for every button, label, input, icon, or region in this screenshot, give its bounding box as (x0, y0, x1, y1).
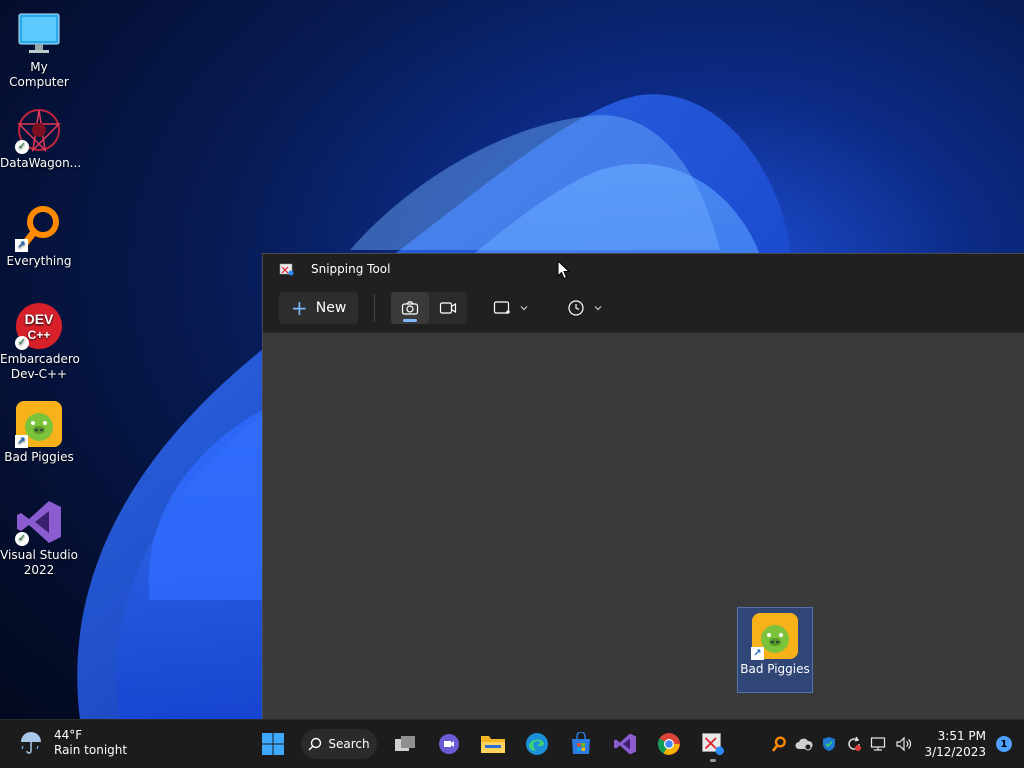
desktop-icon-everything[interactable]: ↗ Everything (0, 204, 78, 269)
windows-logo-icon (262, 733, 284, 755)
shortcut-arrow-icon: ↗ (751, 647, 764, 660)
shield-icon (822, 737, 835, 751)
taskbar-apps: Search (253, 725, 733, 763)
sync-check-icon: ✓ (15, 336, 29, 350)
speaker-icon (896, 736, 912, 752)
window-title: Snipping Tool (311, 262, 391, 276)
desktop-icon-my-computer[interactable]: My Computer (0, 10, 78, 90)
task-view-button[interactable] (385, 725, 425, 763)
toolbar-divider (374, 294, 376, 322)
cloud-sync-icon (795, 738, 813, 751)
video-icon (440, 302, 457, 314)
system-tray: 3:51 PM 3/12/2023 1 (766, 720, 1024, 768)
sync-check-icon: ✓ (15, 532, 29, 546)
desktop-icon-label: Visual Studio 2022 (0, 548, 78, 577)
snipping-tool-window: Snipping Tool + New (262, 253, 1024, 720)
tray-onedrive[interactable] (791, 720, 816, 768)
edge-button[interactable] (517, 725, 557, 763)
visual-studio-icon (614, 733, 636, 755)
shortcut-arrow-icon: ↗ (15, 435, 28, 448)
snipping-tool-app-icon (702, 733, 724, 755)
delay-dropdown[interactable] (559, 292, 611, 324)
tray-update[interactable] (841, 720, 866, 768)
microsoft-store-button[interactable] (561, 725, 601, 763)
chat-button[interactable] (429, 725, 469, 763)
store-bag-icon (572, 732, 590, 754)
visual-studio-taskbar-button[interactable] (605, 725, 645, 763)
video-mode-button[interactable] (429, 292, 467, 324)
umbrella-rain-icon (21, 732, 41, 754)
clock-date: 3/12/2023 (924, 745, 986, 759)
title-bar[interactable]: Snipping Tool (263, 254, 1024, 284)
search-icon (308, 737, 322, 751)
task-view-icon (395, 736, 415, 751)
tray-security[interactable] (816, 720, 841, 768)
camera-icon (402, 301, 419, 315)
snipping-tool-taskbar-button[interactable] (693, 725, 733, 763)
snip-canvas-area (263, 333, 1024, 720)
screenshot-mode-button[interactable] (391, 292, 430, 324)
new-snip-button[interactable]: + New (279, 292, 359, 324)
notification-badge[interactable]: 1 (996, 736, 1012, 752)
taskbar: 44°F Rain tonight Search 3:51 PM 3/12/20… (0, 719, 1024, 768)
folder-icon (481, 736, 505, 753)
svg-text:C++: C++ (28, 328, 51, 342)
weather-widget[interactable]: 44°F Rain tonight (18, 728, 127, 758)
desktop-icon-datawagon[interactable]: ✓ DataWagon... (0, 106, 82, 171)
mouse-cursor-icon (557, 260, 571, 280)
clock-time: 3:51 PM (937, 729, 986, 743)
tray-everything[interactable] (766, 720, 791, 768)
clock-icon (568, 300, 584, 316)
snipping-tool-app-icon (279, 263, 294, 276)
refresh-icon (848, 736, 861, 751)
desktop-icon-label: Everything (6, 254, 72, 268)
chevron-down-icon (520, 306, 528, 311)
everything-search-icon (772, 736, 786, 752)
rectangle-snip-icon (494, 301, 511, 314)
desktop-icon-visual-studio[interactable]: ✓ Visual Studio 2022 (0, 498, 78, 578)
desktop-icon-label: My Computer (9, 60, 69, 89)
search-label: Search (328, 737, 370, 751)
sync-check-icon: ✓ (15, 140, 29, 154)
chevron-down-icon (594, 306, 602, 311)
start-button[interactable] (253, 725, 293, 763)
taskbar-clock[interactable]: 3:51 PM 3/12/2023 (916, 728, 996, 760)
file-explorer-button[interactable] (473, 725, 513, 763)
plus-icon: + (291, 296, 308, 320)
weather-temperature: 44°F (54, 728, 83, 742)
chrome-icon (658, 733, 680, 755)
chrome-button[interactable] (649, 725, 689, 763)
desktop-icon-bad-piggies[interactable]: ↗ Bad Piggies (0, 400, 78, 465)
dragged-icon-bad-piggies[interactable]: ↗ Bad Piggies (737, 607, 813, 693)
new-snip-label: New (315, 300, 347, 316)
desktop-icon-label: DataWagon... (0, 156, 82, 170)
snip-shape-dropdown[interactable] (485, 292, 537, 324)
monitor-icon (18, 13, 60, 53)
desktop-icon-label: Embarcadero Dev-C++ (0, 352, 80, 381)
svg-text:DEV: DEV (25, 311, 54, 327)
teams-chat-icon (439, 734, 459, 754)
capture-mode-toggle (391, 292, 468, 324)
snipping-toolbar: + New (263, 284, 1024, 333)
shortcut-arrow-icon: ↗ (15, 239, 28, 252)
weather-description: Rain tonight (54, 743, 128, 757)
tray-network[interactable] (866, 720, 891, 768)
network-icon (870, 737, 886, 751)
tray-volume[interactable] (891, 720, 916, 768)
desktop-icon-label: Bad Piggies (4, 450, 74, 464)
desktop-icon-devcpp[interactable]: DEV C++ ✓ Embarcadero Dev-C++ (0, 302, 80, 382)
edge-browser-icon (526, 733, 548, 755)
dragged-icon-label: Bad Piggies (740, 662, 810, 676)
taskbar-search-button[interactable]: Search (301, 729, 377, 759)
